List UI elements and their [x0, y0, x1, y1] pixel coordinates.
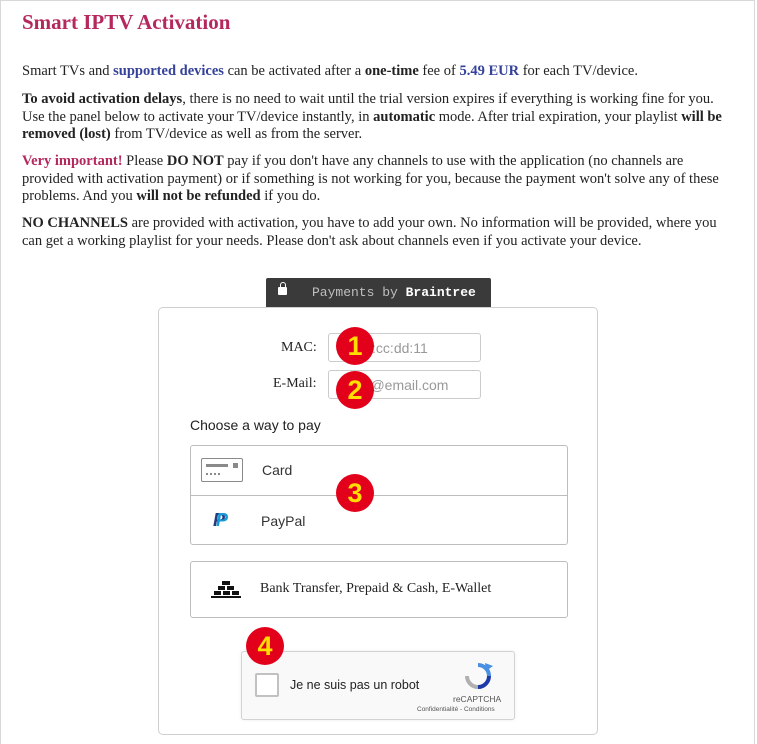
- recaptcha-label: Je ne suis pas un robot: [290, 678, 420, 692]
- bank-transfer-option[interactable]: Bank Transfer, Prepaid & Cash, E-Wallet: [190, 561, 568, 618]
- step-badge-2: 2: [336, 371, 374, 409]
- braintree-brand: Braintree: [405, 285, 476, 300]
- text-bold: DO NOT: [166, 153, 224, 169]
- price: 5.49 EUR: [459, 63, 520, 79]
- intro-paragraph-warning: Very important! Please DO NOT pay if you…: [22, 153, 734, 206]
- text: from TV/device as well as from the serve…: [110, 126, 363, 142]
- card-payment-option[interactable]: Card: [191, 446, 567, 496]
- recaptcha-logo-icon: [465, 663, 493, 689]
- text: mode. After trial expiration, your playl…: [435, 108, 682, 125]
- intro-paragraph-price: Smart TVs and supported devices can be a…: [22, 63, 734, 81]
- step-badge-3: 3: [336, 474, 374, 512]
- supported-devices-link[interactable]: supported devices: [113, 63, 224, 79]
- tab-prefix: Payments by: [312, 285, 406, 300]
- card-option-label: Card: [262, 462, 293, 478]
- credit-card-icon: [201, 458, 243, 482]
- text: if you do.: [260, 188, 321, 204]
- text-bold: NO CHANNELS: [22, 215, 128, 231]
- lock-icon: [278, 282, 287, 295]
- text: for each TV/device.: [519, 63, 638, 79]
- page-title: Smart IPTV Activation: [22, 10, 231, 34]
- paypal-icon: PP: [213, 510, 229, 530]
- text: Smart TVs and: [22, 63, 114, 79]
- bank-option-label: Bank Transfer, Prepaid & Cash, E-Wallet: [260, 581, 492, 596]
- text: fee of: [418, 63, 460, 79]
- step-badge-1: 1: [336, 327, 374, 365]
- payment-methods: Card PP PayPal: [190, 445, 568, 545]
- email-label: E-Mail:: [273, 376, 317, 391]
- activation-page: Smart IPTV Activation Smart TVs and supp…: [0, 0, 755, 744]
- intro-paragraph-channels: NO CHANNELS are provided with activation…: [22, 215, 734, 250]
- text-bold: one-time: [364, 63, 419, 79]
- paypal-payment-option[interactable]: PP PayPal: [191, 496, 567, 545]
- bank-icon: [211, 581, 241, 598]
- recaptcha-checkbox[interactable]: [255, 673, 279, 697]
- mac-label: MAC:: [281, 340, 317, 355]
- recaptcha-widget: Je ne suis pas un robot reCAPTCHA Confid…: [241, 651, 515, 720]
- text: can be activated after a: [223, 63, 365, 79]
- choose-payment-label: Choose a way to pay: [190, 417, 321, 433]
- text-bold: will not be refunded: [136, 188, 261, 204]
- text-bold: automatic: [373, 108, 436, 125]
- text: Please: [122, 153, 167, 169]
- text-bold: To avoid activation delays: [22, 91, 183, 107]
- payments-by-braintree-tab: Payments by Braintree: [266, 278, 491, 307]
- intro-paragraph-delays: To avoid activation delays, there is no …: [22, 91, 734, 144]
- paypal-option-label: PayPal: [261, 513, 306, 529]
- recaptcha-brand: reCAPTCHA: [453, 694, 502, 704]
- warning-label: Very important!: [22, 153, 123, 169]
- step-badge-4: 4: [246, 627, 284, 665]
- recaptcha-terms-link[interactable]: Confidentialité - Conditions: [417, 706, 495, 713]
